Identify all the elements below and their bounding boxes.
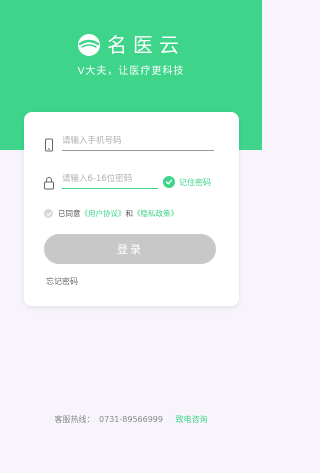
remember-password-toggle[interactable]: 记住密码 (163, 176, 211, 188)
lock-icon (42, 175, 56, 190)
agree-and: 和 (125, 209, 134, 218)
password-field (42, 172, 56, 192)
check-icon (163, 176, 175, 188)
hotline-number: 0731-89566999 (99, 415, 163, 424)
user-agreement-link[interactable]: 《用户协议》 (81, 208, 126, 219)
phone-field (42, 134, 56, 154)
password-input[interactable] (62, 174, 158, 184)
phone-input[interactable] (62, 136, 212, 146)
brand-slogan: V大夫，让医疗更科技 (77, 66, 185, 77)
footer: 客服热线： 0731-89566999 致电咨询 (0, 414, 262, 425)
hotline-label: 客服热线： (54, 415, 95, 424)
phone-underline (62, 150, 214, 151)
agree-prefix: 已同意 (58, 209, 81, 218)
phone-icon (42, 137, 56, 152)
privacy-policy-link[interactable]: 《隐私政策》 (133, 208, 178, 219)
agree-checkbox[interactable] (44, 209, 53, 218)
agreement-row: 已同意 《用户协议》 和 《隐私政策》 (44, 208, 178, 219)
forgot-password-link[interactable]: 忘记密码 (46, 276, 78, 287)
brand: 名医云 (0, 30, 262, 60)
brand-name: 名医云 (107, 33, 185, 57)
password-underline (62, 188, 158, 189)
login-button[interactable]: 登录 (44, 234, 216, 264)
call-consult-link[interactable]: 致电咨询 (176, 415, 208, 424)
login-card: 记住密码 已同意 《用户协议》 和 《隐私政策》 登录 忘记密码 (24, 112, 239, 306)
remember-password-label: 记住密码 (179, 177, 211, 187)
leaf-bowl-logo-icon (77, 33, 101, 57)
